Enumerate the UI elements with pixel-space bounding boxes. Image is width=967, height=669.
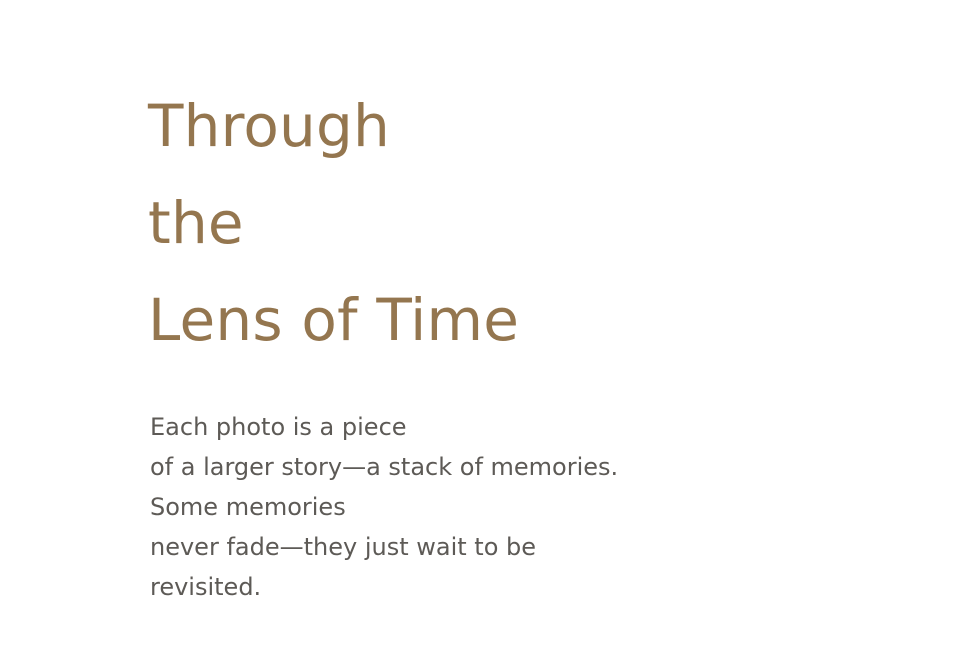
title-line: the — [148, 189, 244, 257]
body-line: Each photo is a piece — [150, 413, 407, 441]
body-paragraph: Each photo is a piece of a larger story—… — [150, 407, 788, 607]
page-title: Through the Lens of Time — [148, 78, 788, 369]
body-line: revisited. — [150, 573, 262, 601]
hero-section: Through the Lens of Time Each photo is a… — [148, 78, 788, 607]
body-line: of a larger story—a stack of memories. — [150, 453, 619, 481]
title-line: Through — [148, 92, 390, 160]
body-line: never fade—they just wait to be — [150, 533, 537, 561]
body-line: Some memories — [150, 493, 346, 521]
title-line: Lens of Time — [148, 286, 520, 354]
